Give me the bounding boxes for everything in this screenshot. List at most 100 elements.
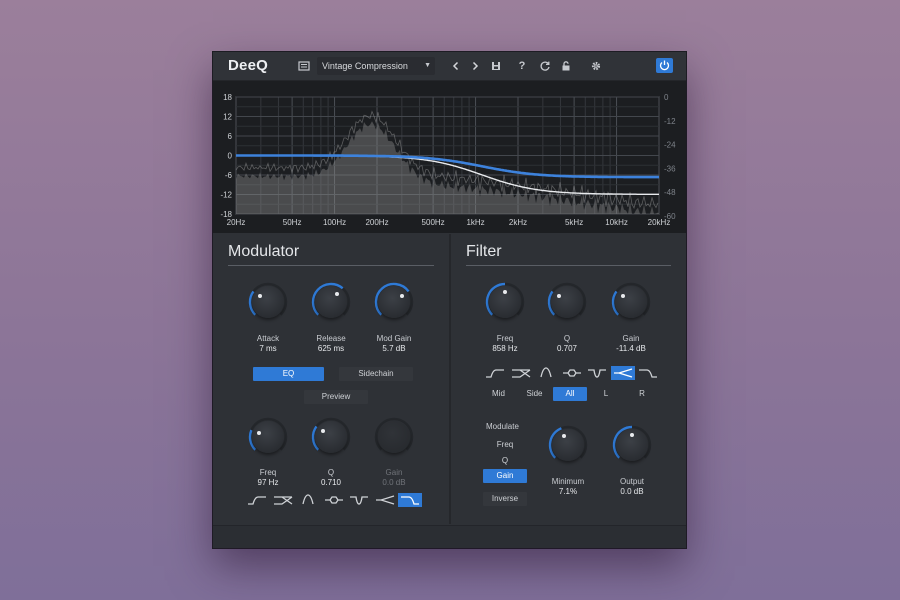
- channel-all[interactable]: All: [553, 387, 587, 401]
- eq-graph-canvas: 181260-6-12-180-12-24-36-48-6020Hz 50Hz 10…: [220, 93, 676, 227]
- power-button[interactable]: [656, 58, 673, 73]
- filter-title: Filter: [466, 243, 502, 260]
- spectrum-db-tick-label: -48: [664, 188, 676, 197]
- top-bar: DeeQ Vintage Compression ▼ ?: [213, 52, 686, 81]
- release-label: Release: [316, 334, 346, 343]
- filter-gain-label: Gain: [622, 334, 640, 343]
- mod-shape-split-icon[interactable]: [373, 493, 397, 507]
- mod-gain-knob[interactable]: [374, 282, 414, 322]
- spectrum-db-tick-label: -24: [664, 141, 676, 150]
- sidechain-tab[interactable]: Sidechain: [339, 367, 413, 381]
- filter-shape-notch-band-icon[interactable]: [560, 366, 584, 380]
- mod-band-gain-value: 0.0 dB: [382, 478, 406, 487]
- refresh-icon[interactable]: [538, 59, 552, 73]
- filter-q-knob[interactable]: [547, 282, 587, 322]
- filter-q-label: Q: [563, 334, 571, 343]
- filter-shape-notch-icon[interactable]: [585, 366, 609, 380]
- minimum-knob[interactable]: [548, 425, 588, 465]
- db-tick-label: -12: [220, 191, 232, 200]
- channel-mid[interactable]: Mid: [483, 387, 514, 401]
- filter-shape-highpass-icon[interactable]: [483, 366, 507, 380]
- chevron-right-icon[interactable]: [468, 59, 482, 73]
- db-tick-label: 6: [228, 132, 233, 141]
- minimum-value: 7.1%: [558, 487, 578, 496]
- spectrum-db-tick-label: 0: [664, 93, 669, 102]
- channel-l[interactable]: L: [589, 387, 623, 401]
- modulate-freq[interactable]: Freq: [483, 438, 527, 452]
- filter-shape-crossover-icon[interactable]: [509, 366, 533, 380]
- minimum-label: Minimum: [551, 477, 585, 486]
- filter-gain-value: -11.4 dB: [616, 344, 646, 353]
- modulate-gain[interactable]: Gain: [483, 469, 527, 483]
- db-tick-label: 0: [228, 152, 233, 161]
- channel-side[interactable]: Side: [519, 387, 550, 401]
- filter-gain-knob[interactable]: [611, 282, 651, 322]
- mod-freq-knob[interactable]: [248, 417, 288, 457]
- output-label: Output: [619, 477, 644, 486]
- freq-tick-label: 500Hz: [422, 218, 445, 227]
- attack-label: Attack: [256, 334, 280, 343]
- filter-freq-knob[interactable]: [485, 282, 525, 322]
- preset-selector[interactable]: Vintage Compression ▼: [317, 57, 435, 75]
- freq-tick-label: 2kHz: [509, 218, 527, 227]
- filter-shape-split-icon[interactable]: [610, 366, 635, 380]
- freq-tick-label: 20kHz: [648, 218, 671, 227]
- mod-shape-notch-icon[interactable]: [347, 493, 371, 507]
- mod-freq-label: Freq: [259, 468, 277, 477]
- db-tick-label: -6: [225, 171, 233, 180]
- caret-down-icon: ▼: [424, 62, 431, 69]
- db-tick-label: 18: [223, 93, 232, 102]
- freq-tick-label: 5kHz: [565, 218, 583, 227]
- eq-tab[interactable]: EQ: [253, 367, 324, 381]
- freq-tick-label: 200Hz: [365, 218, 388, 227]
- modulator-divider: [228, 265, 434, 266]
- panel-divider: [449, 234, 451, 524]
- save-icon[interactable]: [489, 59, 503, 73]
- freq-tick-label: 1kHz: [466, 218, 484, 227]
- mod-q-label: Q: [327, 468, 335, 477]
- preset-name: Vintage Compression: [322, 61, 408, 71]
- power-icon: [659, 60, 670, 71]
- release-knob[interactable]: [311, 282, 351, 322]
- filter-freq-value: 858 Hz: [492, 344, 518, 353]
- mod-shape-crossover-icon[interactable]: [271, 493, 295, 507]
- mod-q-knob[interactable]: [311, 417, 351, 457]
- mod-shape-bell-icon[interactable]: [296, 493, 320, 507]
- chevron-left-icon[interactable]: [449, 59, 463, 73]
- preview-button[interactable]: Preview: [304, 390, 368, 404]
- mod-shape-notch-band-icon[interactable]: [322, 493, 346, 507]
- spectrum-db-tick-label: -36: [664, 164, 676, 173]
- modulate-q[interactable]: Q: [483, 454, 527, 468]
- filter-shape-lowpass-icon[interactable]: [636, 366, 660, 380]
- channel-r[interactable]: R: [625, 387, 659, 401]
- filter-freq-label: Freq: [496, 334, 514, 343]
- filter-shape-bell-icon[interactable]: [534, 366, 558, 380]
- mod-shape-lowpass-icon[interactable]: [398, 493, 422, 507]
- mod-q-value: 0.710: [320, 478, 342, 487]
- gear-icon[interactable]: [589, 59, 603, 73]
- footer-bar: [213, 525, 686, 548]
- mod-shape-highpass-icon[interactable]: [245, 493, 269, 507]
- freq-tick-label: 20Hz: [227, 218, 246, 227]
- mod-freq-value: 97 Hz: [257, 478, 279, 487]
- attack-knob[interactable]: [248, 282, 288, 322]
- filter-divider: [466, 265, 671, 266]
- filter-q-value: 0.707: [556, 344, 578, 353]
- attack-value: 7 ms: [259, 344, 277, 353]
- freq-tick-label: 10kHz: [605, 218, 628, 227]
- freq-tick-label: 50Hz: [283, 218, 302, 227]
- output-value: 0.0 dB: [620, 487, 644, 496]
- inverse-button[interactable]: Inverse: [483, 492, 527, 506]
- help-icon[interactable]: ?: [515, 59, 529, 73]
- mod-gain-value: 5.7 dB: [382, 344, 406, 353]
- plugin-window: DeeQ Vintage Compression ▼ ? 18 12 6 0 -…: [213, 52, 686, 548]
- lock-icon[interactable]: [559, 59, 573, 73]
- db-tick-label: 12: [223, 113, 232, 122]
- modulator-title: Modulator: [228, 243, 300, 260]
- list-icon[interactable]: [297, 59, 311, 73]
- release-value: 625 ms: [317, 344, 345, 353]
- modulate-label: Modulate: [486, 422, 519, 431]
- eq-graph[interactable]: 18 12 6 0 -6 -12 -18 0 -12 -24 -36 -48 -60 20Hz 50Hz 10…: [213, 81, 686, 233]
- mod-gain-label: Mod Gain: [376, 334, 412, 343]
- output-knob[interactable]: [612, 425, 652, 465]
